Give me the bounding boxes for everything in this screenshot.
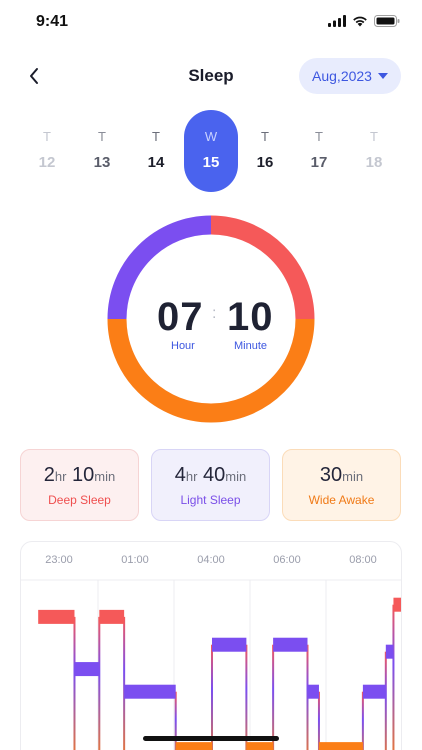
stage-bar-wide-awake — [175, 742, 212, 750]
sleep-ring: 07 : 10 Hour Minute — [105, 213, 317, 425]
day-14[interactable]: T 14 — [129, 110, 183, 192]
header: Sleep Aug,2023 — [0, 56, 422, 96]
caret-down-icon — [377, 73, 388, 79]
stage-bar-light-sleep — [124, 684, 176, 699]
day-16[interactable]: T 16 — [238, 110, 292, 192]
day-number: 18 — [365, 154, 383, 171]
stage-bar-light-sleep — [307, 684, 319, 699]
day-17[interactable]: T 17 — [292, 110, 346, 192]
sleep-stage-chart: 23:00 01:00 04:00 06:00 08:00 — [20, 541, 402, 750]
battery-icon — [374, 15, 400, 27]
x-tick-label: 06:00 — [273, 554, 301, 566]
hours-unit-label: Hour — [171, 340, 195, 352]
day-number: 17 — [310, 154, 328, 171]
signal-icon — [328, 15, 346, 27]
day-number: 15 — [202, 154, 220, 171]
stage-bar-wide-awake — [318, 742, 363, 750]
minutes-value: 10 — [227, 295, 274, 339]
day-weekday: T — [43, 129, 51, 144]
stage-bar-light-sleep — [362, 684, 386, 699]
day-weekday: T — [370, 129, 378, 144]
hours-value: 07 — [157, 295, 204, 339]
stat-value: 2hr 10min — [43, 464, 116, 486]
stat-value: 4hr 40min — [174, 464, 247, 486]
stage-bar-wide-awake — [246, 742, 274, 750]
x-tick-label: 04:00 — [197, 554, 225, 566]
stage-transition — [272, 644, 275, 750]
stage-transition — [317, 691, 320, 750]
stage-bar-light-sleep — [273, 637, 308, 652]
stage-bar-deep-sleep — [99, 609, 125, 624]
stage-bar-light-sleep — [74, 662, 100, 677]
day-number: 12 — [38, 154, 56, 171]
day-number: 13 — [93, 154, 111, 171]
stage-bar-deep-sleep — [393, 597, 401, 612]
wifi-icon — [353, 16, 367, 27]
x-tick-label: 08:00 — [349, 554, 377, 566]
time-separator: : — [212, 305, 217, 322]
stage-transition — [211, 644, 213, 750]
stage-transition — [98, 616, 101, 750]
stat-label: Wide Awake — [308, 493, 375, 507]
status-time: 9:41 — [36, 13, 69, 30]
stat-label: Light Sleep — [180, 493, 241, 507]
month-select[interactable]: Aug,2023 — [299, 58, 401, 94]
stage-transition — [123, 616, 126, 750]
day-15[interactable]: W 15 — [184, 110, 238, 192]
stage-transition — [245, 644, 248, 750]
day-strip: T 12 T 13 T 14 W 15 T 16 T 17 T 18 — [20, 110, 402, 192]
day-weekday: T — [152, 129, 160, 144]
day-number: 16 — [256, 154, 274, 171]
status-icons — [328, 15, 400, 27]
stage-bar-light-sleep — [212, 637, 247, 652]
day-18[interactable]: T 18 — [347, 110, 401, 192]
stat-label: Deep Sleep — [48, 493, 111, 507]
month-label: Aug,2023 — [312, 68, 372, 84]
day-12[interactable]: T 12 — [20, 110, 74, 192]
stat-value: 30min — [319, 464, 364, 486]
day-number: 14 — [147, 154, 165, 171]
sleep-total: 07 : 10 Hour Minute — [105, 213, 317, 425]
stage-bar-deep-sleep — [38, 609, 75, 624]
light-sleep-card[interactable]: 4hr 40min Light Sleep — [151, 449, 270, 521]
stage-bar-light-sleep — [385, 644, 394, 659]
home-indicator — [143, 736, 279, 741]
wide-awake-card[interactable]: 30min Wide Awake — [282, 449, 401, 521]
sleep-stage-chart-svg: 23:00 01:00 04:00 06:00 08:00 — [21, 554, 401, 750]
day-13[interactable]: T 13 — [75, 110, 129, 192]
status-bar: 9:41 — [0, 0, 422, 46]
day-weekday: W — [204, 129, 218, 144]
stage-transition — [361, 691, 364, 750]
minutes-unit-label: Minute — [234, 340, 268, 352]
stage-transition — [384, 651, 387, 750]
deep-sleep-card[interactable]: 2hr 10min Deep Sleep — [20, 449, 139, 521]
x-tick-label: 01:00 — [121, 554, 149, 566]
day-weekday: T — [261, 129, 269, 144]
stage-transition — [392, 604, 395, 750]
stage-transition — [174, 691, 177, 750]
day-weekday: T — [315, 129, 323, 144]
day-weekday: T — [98, 129, 106, 144]
stage-transition — [73, 616, 76, 750]
x-tick-label: 23:00 — [45, 554, 73, 566]
